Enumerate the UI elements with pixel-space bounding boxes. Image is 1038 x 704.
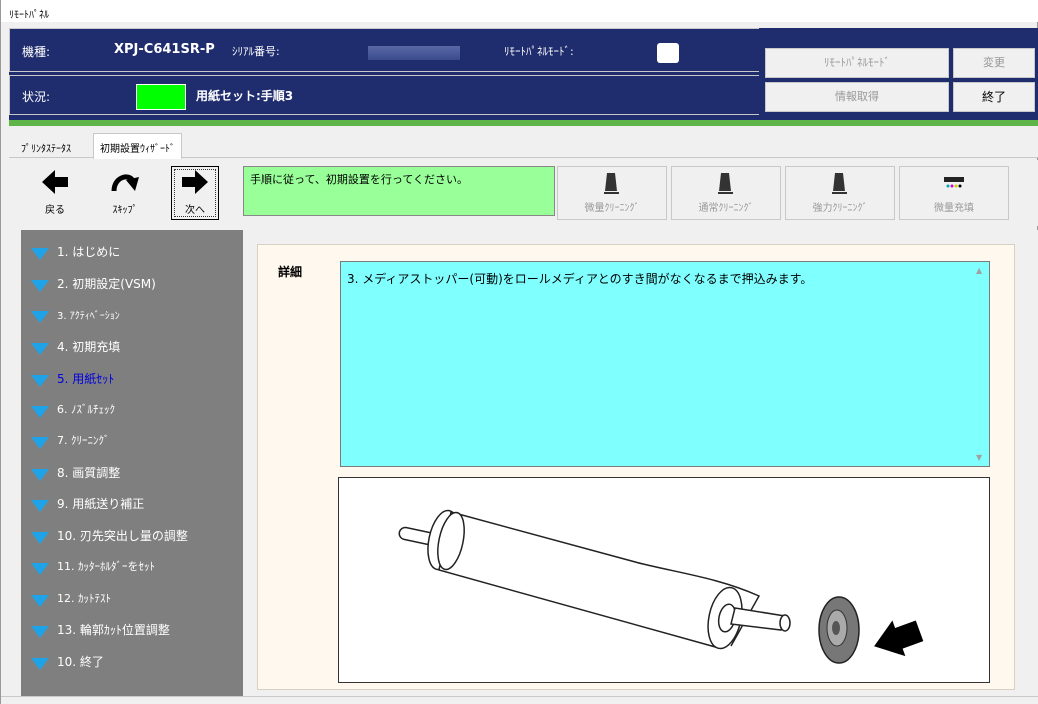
arrow-right-icon [172,167,218,201]
step-item[interactable]: 12. ｶｯﾄﾃｽﾄ [31,587,111,609]
triangle-down-icon [31,248,49,260]
powerful-cleaning-button[interactable]: 強力ｸﾘｰﾆﾝｸﾞ [785,166,895,220]
print-head-icon [672,167,780,199]
tab-setup-wizard[interactable]: 初期設置ｳｨｻﾞｰﾄﾞ [93,133,182,159]
header-button-area: ﾘﾓｰﾄﾊﾟﾈﾙﾓｰﾄﾞ 変更 情報取得 終了 [761,28,1038,120]
step-item[interactable]: 4. 初期充填 [31,335,120,357]
wizard-steps-list: 1. はじめに 2. 初期設定(VSM) 3. ｱｸﾃｨﾍﾞｰｼｮﾝ 4. 初期… [21,230,243,696]
tab-printer-status[interactable]: ﾌﾟﾘﾝﾀｽﾃｰﾀｽ [15,134,77,158]
triangle-down-icon [31,311,49,323]
step-item[interactable]: 10. 刃先突出し量の調整 [31,524,188,546]
tab-bar: ﾌﾟﾘﾝﾀｽﾃｰﾀｽ 初期設置ｳｨｻﾞｰﾄﾞ [9,126,1038,159]
step-item[interactable]: 1. はじめに [31,240,120,262]
status-label: 状況: [22,90,51,104]
step-item[interactable]: 2. 初期設定(VSM) [31,272,156,294]
exit-button[interactable]: 終了 [953,82,1035,112]
triangle-down-icon [31,595,49,607]
remote-mode-button[interactable]: ﾘﾓｰﾄﾊﾟﾈﾙﾓｰﾄﾞ [765,48,949,78]
light-cleaning-button[interactable]: 微量ｸﾘｰﾆﾝｸﾞ [557,166,667,220]
arrow-left-icon [32,167,78,201]
serial-value-redacted [368,46,460,60]
detail-panel: 詳細 3. メディアストッパー(可動)をロールメディアとのすき間がなくなるまで押… [257,244,1015,690]
step-item[interactable]: 8. 画質調整 [31,461,120,483]
wizard-toolbar: 戻る ｽｷｯﾌﾟ 次へ 手順に従って、初期設置を行ってください。 微量ｸﾘｰﾆﾝ… [13,160,1038,226]
triangle-down-icon [31,469,49,481]
change-button[interactable]: 変更 [953,48,1035,78]
model-label: 機種: [22,45,51,59]
print-head-icon [558,167,666,199]
remote-panel-window: ﾘﾓｰﾄﾊﾟﾈﾙ 機種: XPJ-C641SR-P ｼﾘｱﾙ番号: ﾘﾓｰﾄﾊﾟ… [0,0,1038,704]
step-item[interactable]: 9. 用紙送り補正 [31,492,144,514]
redo-arrow-icon [102,167,148,201]
status-indicator [136,84,186,110]
triangle-down-icon [31,532,49,544]
model-value: XPJ-C641SR-P [114,42,215,57]
triangle-down-icon [31,343,49,355]
step-item[interactable]: 11. ｶｯﾀｰﾎﾙﾀﾞｰをｾｯﾄ [31,555,155,577]
step-item[interactable]: 3. ｱｸﾃｨﾍﾞｰｼｮﾝ [31,303,120,325]
serial-label: ｼﾘｱﾙ番号: [232,45,280,58]
light-fill-button[interactable]: 微量充填 [899,166,1009,220]
normal-cleaning-button[interactable]: 通常ｸﾘｰﾆﾝｸﾞ [671,166,781,220]
instruction-message: 手順に従って、初期設置を行ってください。 [243,166,555,216]
get-info-button[interactable]: 情報取得 [765,82,949,112]
triangle-down-icon [31,437,49,449]
next-button[interactable]: 次へ [171,166,219,220]
ink-fill-icon [900,167,1008,199]
triangle-down-icon [31,375,49,387]
triangle-down-icon [31,280,49,292]
header-row-status: 状況: 用紙セット:手順3 [9,75,759,115]
step-item[interactable]: 13. 輪郭ｶｯﾄ位置調整 [31,618,170,640]
triangle-down-icon [31,658,49,670]
step-content-area: 詳細 3. メディアストッパー(可動)をロールメディアとのすき間がなくなるまで押… [243,230,1038,696]
step-item[interactable]: 6. ﾉｽﾞﾙﾁｪｯｸ [31,398,115,420]
detail-text: 3. メディアストッパー(可動)をロールメディアとのすき間がなくなるまで押込みま… [347,272,813,286]
back-button[interactable]: 戻る [31,166,79,220]
step-item-current[interactable]: 5. 用紙ｾｯﾄ [31,367,114,389]
header-panel: 機種: XPJ-C641SR-P ｼﾘｱﾙ番号: ﾘﾓｰﾄﾊﾟﾈﾙﾓｰﾄﾞ: 状… [9,28,1038,120]
media-stopper-icon [818,596,860,664]
remote-mode-label: ﾘﾓｰﾄﾊﾟﾈﾙﾓｰﾄﾞ: [504,45,574,58]
detail-scrollbar[interactable]: ▲ ▼ [972,262,989,466]
scroll-up-icon[interactable]: ▲ [976,266,982,275]
instruction-illustration [338,477,990,683]
window-title: ﾘﾓｰﾄﾊﾟﾈﾙ [1,0,1038,22]
triangle-down-icon [31,626,49,638]
window-bottom-border [1,696,1038,704]
status-value: 用紙セット:手順3 [196,89,294,103]
triangle-down-icon [31,406,49,418]
remote-mode-indicator [657,43,679,63]
detail-textbox[interactable]: 3. メディアストッパー(可動)をロールメディアとのすき間がなくなるまで押込みま… [340,261,990,467]
skip-button[interactable]: ｽｷｯﾌﾟ [101,166,149,220]
step-item[interactable]: 10. 終了 [31,650,104,672]
triangle-down-icon [31,500,49,512]
detail-label: 詳細 [278,265,303,279]
triangle-down-icon [31,563,49,575]
scroll-down-icon[interactable]: ▼ [976,453,982,462]
header-row-model: 機種: XPJ-C641SR-P ｼﾘｱﾙ番号: ﾘﾓｰﾄﾊﾟﾈﾙﾓｰﾄﾞ: [9,28,759,72]
step-item[interactable]: 7. ｸﾘｰﾆﾝｸﾞ [31,429,110,451]
print-head-icon [786,167,894,199]
